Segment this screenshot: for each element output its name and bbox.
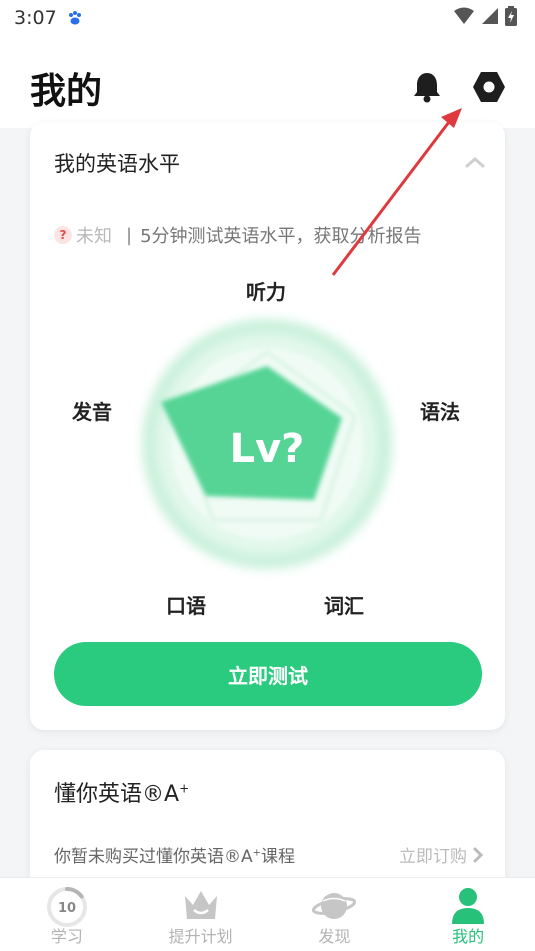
skill-radar-chart: Lv? — [144, 321, 390, 567]
page-title: 我的 — [30, 71, 103, 112]
status-bar: 3:07 — [0, 0, 535, 36]
subscribe-link[interactable]: 立即订购 — [399, 842, 483, 867]
tab-label-discover: 发现 — [318, 927, 351, 946]
tab-study[interactable]: 10 学习 — [0, 878, 134, 951]
notifications-button[interactable] — [406, 66, 448, 108]
wifi-icon — [454, 7, 474, 24]
battery-icon — [505, 6, 517, 26]
planet-icon — [312, 893, 357, 919]
study-badge-count: 10 — [58, 901, 76, 916]
course-title-text: 懂你英语®A — [54, 782, 180, 807]
axis-label-vocabulary: 词汇 — [324, 594, 364, 618]
progress-ring-icon: 10 — [46, 887, 87, 927]
axis-label-listening: 听力 — [246, 280, 286, 304]
chevron-right-icon — [473, 847, 483, 862]
axis-label-speaking: 口语 — [166, 594, 206, 618]
course-description-tail: 课程 — [261, 847, 296, 867]
axis-label-pronunciation: 发音 — [72, 400, 112, 424]
course-description: 你暂未购买过懂你英语®A+课程 — [54, 842, 295, 867]
radar-center-label: Lv? — [230, 426, 305, 472]
settings-button[interactable] — [466, 64, 512, 110]
paw-icon — [68, 11, 81, 25]
tab-label-improve-plan: 提升计划 — [168, 927, 233, 946]
start-test-button[interactable]: 立即测试 — [54, 642, 482, 706]
tab-bar: 10 学习 提升计划 发现 我的 — [0, 877, 535, 951]
status-time: 3:07 — [14, 7, 57, 29]
course-title-sup: + — [179, 781, 190, 796]
header: 我的 — [0, 36, 535, 128]
subscribe-label: 立即订购 — [399, 847, 467, 867]
tab-label-profile: 我的 — [452, 927, 485, 946]
tab-label-study: 学习 — [50, 927, 83, 946]
course-description-text: 你暂未购买过懂你英语®A — [54, 847, 253, 867]
hexagon-settings-icon — [473, 72, 505, 102]
tab-improve-plan[interactable]: 提升计划 — [134, 878, 268, 951]
course-description-sup: + — [252, 847, 262, 859]
signal-icon — [482, 8, 498, 24]
axis-label-grammar: 语法 — [420, 400, 460, 424]
crown-icon — [184, 891, 217, 919]
bell-icon — [414, 73, 440, 103]
course-title: 懂你英语®A+ — [54, 776, 189, 808]
tab-profile[interactable]: 我的 — [401, 878, 535, 951]
person-icon — [452, 888, 485, 924]
english-level-card: 我的英语水平 ? 未知 | 5分钟测试英语水平，获取分析报告 Lv? 听力 语法… — [30, 122, 505, 730]
tab-discover[interactable]: 发现 — [268, 878, 402, 951]
